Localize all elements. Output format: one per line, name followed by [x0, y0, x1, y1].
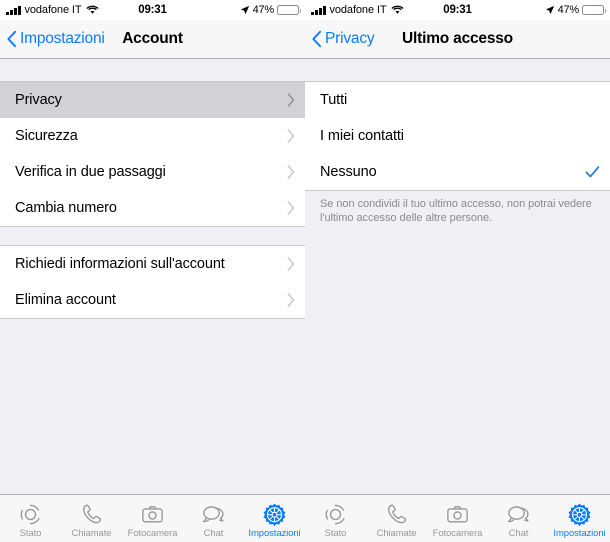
row-label: Sicurezza: [15, 128, 78, 144]
row-sicurezza[interactable]: Sicurezza: [0, 118, 305, 154]
back-button-label: Impostazioni: [20, 30, 105, 47]
row-label: Tutti: [320, 92, 348, 108]
status-bar-left: vodafone IT 09:31 47%: [0, 0, 305, 20]
camera-icon: [445, 502, 470, 527]
account-actions-group: Richiedi informazioni sull'account Elimi…: [0, 245, 305, 319]
chevron-right-icon: [287, 257, 295, 271]
tab-chiamate[interactable]: Chiamate: [366, 495, 427, 542]
tab-stato[interactable]: Stato: [305, 495, 366, 542]
right-phone-screen: vodafone IT 09:31 47% Privacy Ultimo acc…: [305, 0, 610, 542]
back-button-impostazioni[interactable]: Impostazioni: [0, 30, 105, 48]
chevron-left-icon: [6, 30, 17, 48]
tab-fotocamera[interactable]: Fotocamera: [427, 495, 488, 542]
row-label: Verifica in due passaggi: [15, 164, 166, 180]
tab-impostazioni[interactable]: Impostazioni: [549, 495, 610, 542]
settings-list-left: Privacy Sicurezza Verifica in due passag…: [0, 59, 305, 494]
left-phone-screen: vodafone IT 09:31 47% Impostazioni Accou…: [0, 0, 305, 542]
nav-bar-left: Impostazioni Account: [0, 20, 305, 59]
battery-icon: [582, 5, 606, 15]
chevron-left-icon: [311, 30, 322, 48]
location-arrow-icon: [240, 5, 250, 15]
status-bar-right-group: 47%: [545, 4, 606, 16]
chat-bubbles-icon: [506, 502, 531, 527]
tab-label: Chiamate: [376, 527, 417, 539]
row-elimina-account[interactable]: Elimina account: [0, 282, 305, 318]
status-bar-right-group: 47%: [240, 4, 301, 16]
last-seen-footnote: Se non condividi il tuo ultimo accesso, …: [320, 198, 592, 224]
tab-label: Stato: [324, 527, 347, 539]
tab-label: Impostazioni: [248, 527, 301, 539]
row-richiedi-informazioni[interactable]: Richiedi informazioni sull'account: [0, 246, 305, 282]
status-rings-icon: [323, 502, 348, 527]
tab-stato[interactable]: Stato: [0, 495, 61, 542]
tab-bar-left: Stato Chiamate Fotocamera Chat Impostazi…: [0, 494, 305, 542]
option-i-miei-contatti[interactable]: I miei contatti: [305, 118, 610, 154]
tab-impostazioni[interactable]: Impostazioni: [244, 495, 305, 542]
row-label: Elimina account: [15, 292, 116, 308]
gear-icon: [567, 502, 592, 527]
nav-bar-right: Privacy Ultimo accesso: [305, 20, 610, 59]
row-label: Privacy: [15, 92, 62, 108]
gear-icon: [262, 502, 287, 527]
tab-label: Chiamate: [71, 527, 112, 539]
row-verifica-in-due-passaggi[interactable]: Verifica in due passaggi: [0, 154, 305, 190]
tab-chat[interactable]: Chat: [488, 495, 549, 542]
back-button-label: Privacy: [325, 30, 375, 47]
last-seen-options-list: Tutti I miei contatti Nessuno Se non con…: [305, 59, 610, 494]
last-seen-options-group: Tutti I miei contatti Nessuno: [305, 81, 610, 191]
chat-bubbles-icon: [201, 502, 226, 527]
location-arrow-icon: [545, 5, 555, 15]
tab-chat[interactable]: Chat: [183, 495, 244, 542]
tab-label: Chat: [508, 527, 529, 539]
row-label: I miei contatti: [320, 128, 404, 144]
row-label: Richiedi informazioni sull'account: [15, 256, 225, 272]
top-spacer: [0, 59, 305, 81]
chevron-right-icon: [287, 201, 295, 215]
top-spacer: [305, 59, 610, 81]
battery-icon: [277, 5, 301, 15]
tab-label: Fotocamera: [127, 527, 178, 539]
tab-bar-right: Stato Chiamate Fotocamera Chat Impostazi…: [305, 494, 610, 542]
status-bar-right: vodafone IT 09:31 47%: [305, 0, 610, 20]
option-nessuno[interactable]: Nessuno: [305, 154, 610, 190]
tab-label: Impostazioni: [553, 527, 606, 539]
camera-icon: [140, 502, 165, 527]
row-cambia-numero[interactable]: Cambia numero: [0, 190, 305, 226]
row-label: Cambia numero: [15, 200, 117, 216]
option-tutti[interactable]: Tutti: [305, 82, 610, 118]
tab-label: Stato: [19, 527, 42, 539]
phone-icon: [79, 502, 104, 527]
dual-screenshot-container: vodafone IT 09:31 47% Impostazioni Accou…: [0, 0, 610, 542]
row-privacy[interactable]: Privacy: [0, 82, 305, 118]
tab-label: Fotocamera: [432, 527, 483, 539]
battery-percentage: 47%: [252, 4, 275, 16]
status-rings-icon: [18, 502, 43, 527]
chevron-right-icon: [287, 129, 295, 143]
checkmark-icon: [585, 165, 600, 179]
chevron-right-icon: [287, 165, 295, 179]
back-button-privacy[interactable]: Privacy: [305, 30, 375, 48]
row-label: Nessuno: [320, 164, 377, 180]
account-settings-group: Privacy Sicurezza Verifica in due passag…: [0, 81, 305, 227]
phone-icon: [384, 502, 409, 527]
tab-chiamate[interactable]: Chiamate: [61, 495, 122, 542]
battery-percentage: 47%: [557, 4, 580, 16]
tab-fotocamera[interactable]: Fotocamera: [122, 495, 183, 542]
tab-label: Chat: [203, 527, 224, 539]
chevron-right-icon: [287, 93, 295, 107]
chevron-right-icon: [287, 293, 295, 307]
